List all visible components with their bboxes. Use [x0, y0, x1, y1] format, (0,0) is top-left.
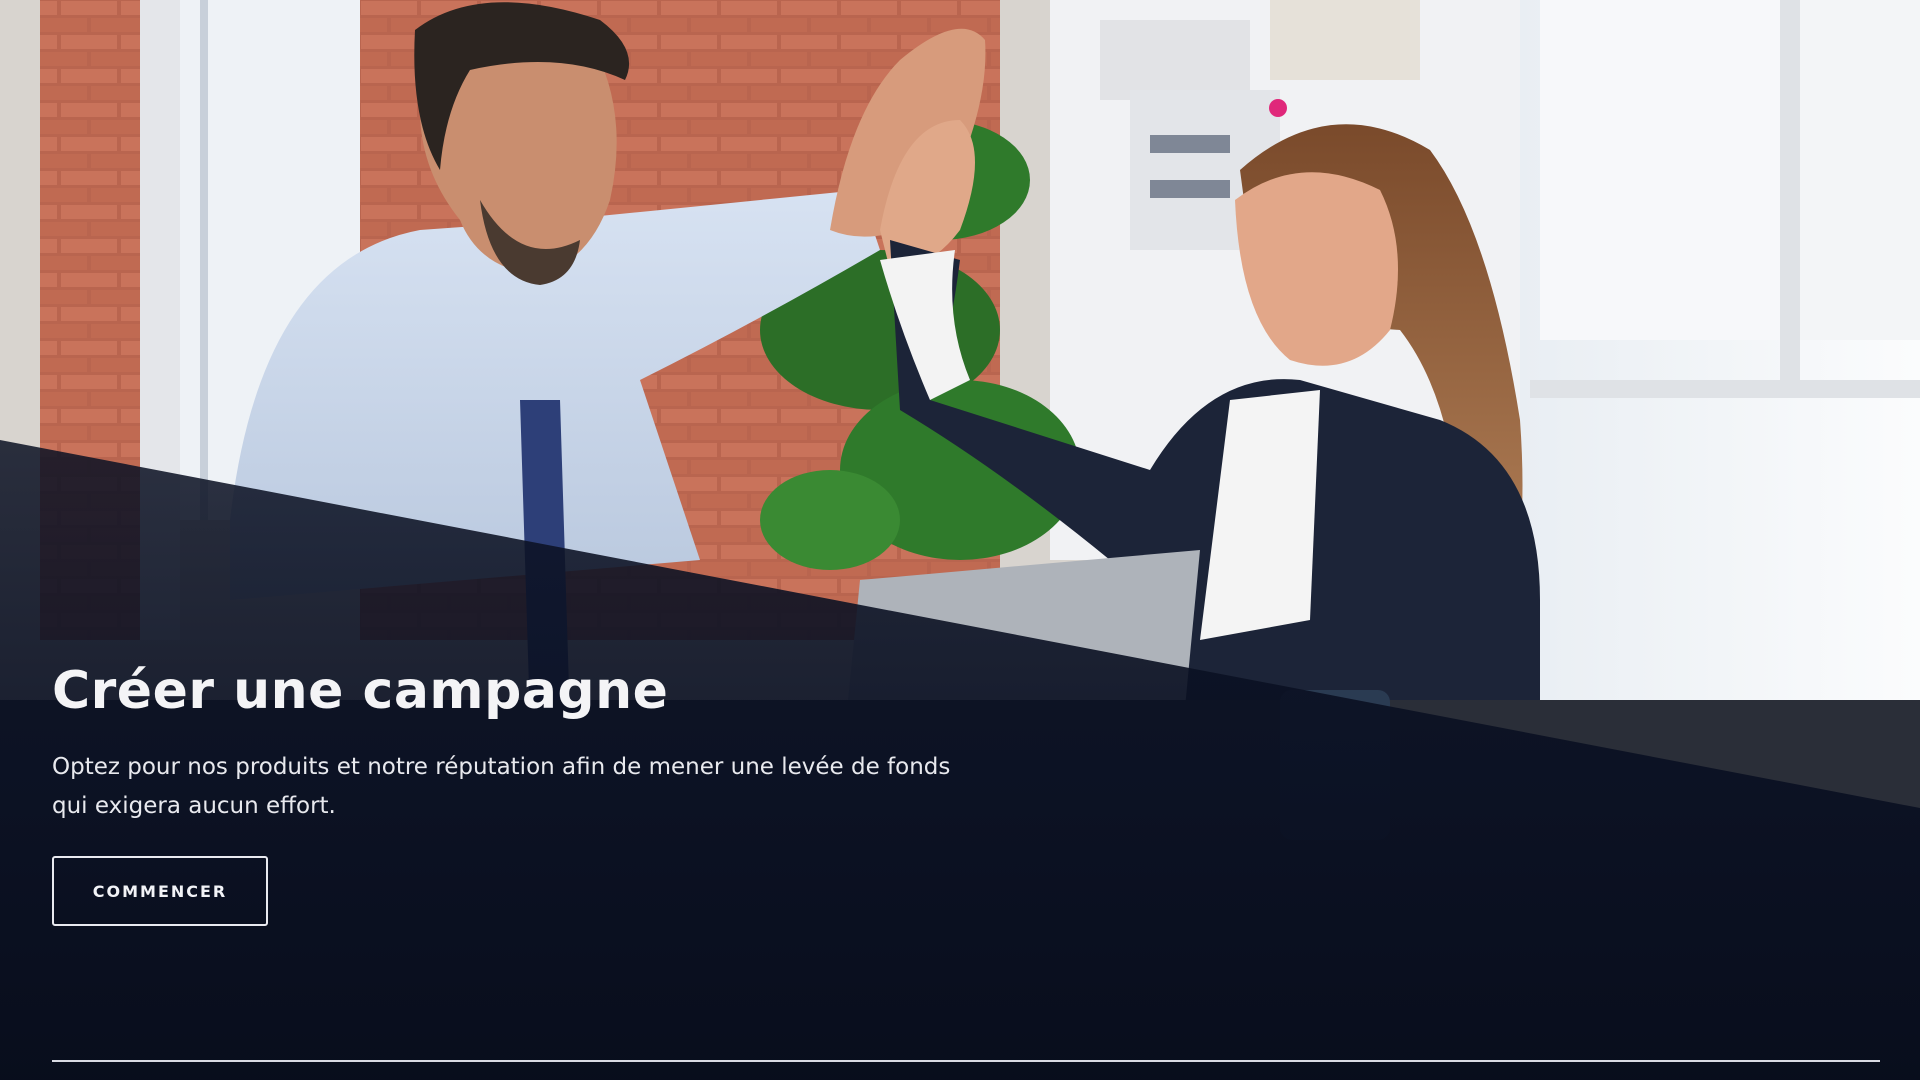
commencer-button[interactable]: COMMENCER	[52, 856, 268, 927]
hero-content: Créer une campagne Optez pour nos produi…	[52, 660, 1012, 927]
section-divider	[52, 1060, 1880, 1062]
hero-description: Optez pour nos produits et notre réputat…	[52, 754, 951, 820]
hero-title: Créer une campagne	[52, 661, 669, 721]
hero-section: Créer une campagne Optez pour nos produi…	[0, 0, 1920, 1080]
